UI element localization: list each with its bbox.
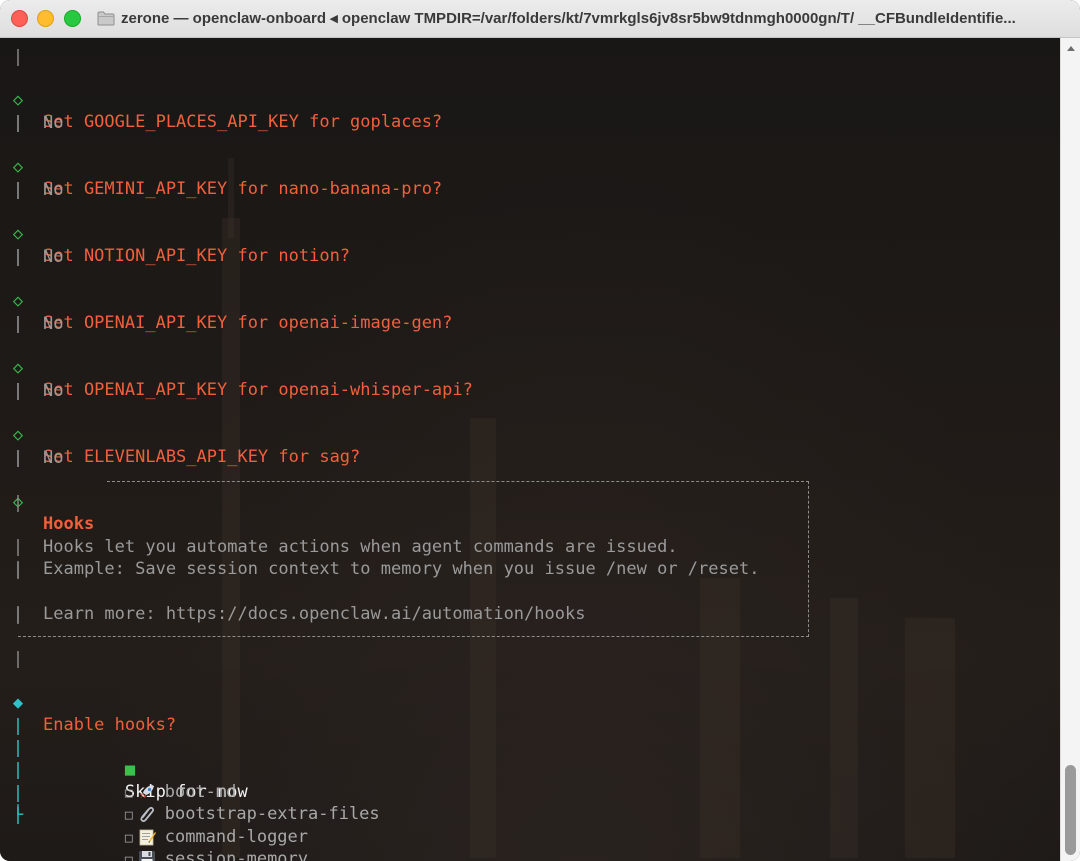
hooks-learn-more-link[interactable]: Learn more: https://docs.openclaw.ai/aut… bbox=[43, 603, 585, 625]
prompt-answer: No bbox=[43, 113, 64, 133]
prompt-row: ◇ Set OPENAI_API_KEY for openai-whisper-… bbox=[0, 335, 473, 400]
terminal-content[interactable]: | ◇ Set GOOGLE_PLACES_API_KEY for goplac… bbox=[0, 38, 1060, 861]
prompt-answer: No bbox=[43, 247, 64, 267]
hook-option-command-logger[interactable]: | □ command-logger bbox=[0, 760, 308, 847]
prompt-answer: No bbox=[43, 180, 64, 200]
folder-icon bbox=[97, 11, 115, 26]
hooks-description-line: Hooks let you automate actions when agen… bbox=[43, 537, 678, 557]
enable-hooks-prompt: ◆ Enable hooks? bbox=[0, 670, 176, 735]
prompt-question: Set OPENAI_API_KEY for openai-whisper-ap… bbox=[43, 380, 473, 400]
title-bar: zerone — openclaw-onboard ◂ openclaw TMP… bbox=[0, 0, 1080, 38]
hook-option-boot-md[interactable]: | □ boot-md bbox=[0, 715, 237, 802]
prompt-end-corner: └ bbox=[12, 805, 24, 825]
prompt-question: Set GOOGLE_PLACES_API_KEY for goplaces? bbox=[43, 112, 443, 132]
prompt-row: ◇ Set OPENAI_API_KEY for openai-image-ge… bbox=[0, 268, 453, 333]
prompt-question: Set ELEVENLABS_API_KEY for sag? bbox=[43, 447, 361, 467]
enable-hooks-question: Enable hooks? bbox=[43, 715, 177, 735]
prompt-question: Set GEMINI_API_KEY for nano-banana-pro? bbox=[43, 179, 443, 199]
hooks-box-top-border bbox=[107, 481, 809, 482]
prompt-question: Set NOTION_API_KEY for notion? bbox=[43, 246, 351, 266]
prompt-answer: No bbox=[43, 314, 64, 334]
checkbox-unchecked-icon[interactable]: □ bbox=[125, 853, 133, 861]
prompt-answer: No bbox=[43, 448, 64, 468]
terminal-window: zerone — openclaw-onboard ◂ openclaw TMP… bbox=[0, 0, 1080, 861]
maximize-window-button[interactable] bbox=[64, 10, 81, 27]
hook-option-session-memory[interactable]: | □ session-memory bbox=[0, 782, 308, 861]
floppy-disk-icon bbox=[138, 851, 155, 861]
hooks-box-header: ◇ Hooks bbox=[0, 469, 94, 534]
hook-option-label: session-memory bbox=[164, 849, 309, 861]
prompt-row: ◇ Set ELEVENLABS_API_KEY for sag? bbox=[0, 402, 360, 467]
hooks-box-bottom-border bbox=[18, 636, 809, 637]
vertical-scrollbar[interactable] bbox=[1060, 38, 1080, 861]
prompt-row: ◇ Set GEMINI_API_KEY for nano-banana-pro… bbox=[0, 134, 442, 199]
scroll-up-arrow-icon[interactable] bbox=[1066, 44, 1076, 54]
prompt-row: ◇ Set GOOGLE_PLACES_API_KEY for goplaces… bbox=[0, 67, 442, 132]
prompt-row: ◇ Set NOTION_API_KEY for notion? bbox=[0, 201, 350, 266]
hooks-example-line: Example: Save session context to memory … bbox=[43, 559, 760, 579]
close-window-button[interactable] bbox=[11, 10, 28, 27]
window-title: zerone — openclaw-onboard ◂ openclaw TMP… bbox=[121, 10, 1016, 27]
prompt-answer: No bbox=[43, 381, 64, 401]
prompt-question: Set OPENAI_API_KEY for openai-image-gen? bbox=[43, 313, 453, 333]
hook-option-bootstrap-extra-files[interactable]: | □ bootstrap-extra-files bbox=[0, 737, 380, 824]
minimize-window-button[interactable] bbox=[37, 10, 54, 27]
hooks-box-right-border bbox=[808, 481, 809, 637]
hook-option-skip[interactable]: | ■ Skip for now bbox=[0, 693, 248, 802]
scrollbar-thumb[interactable] bbox=[1065, 765, 1076, 855]
